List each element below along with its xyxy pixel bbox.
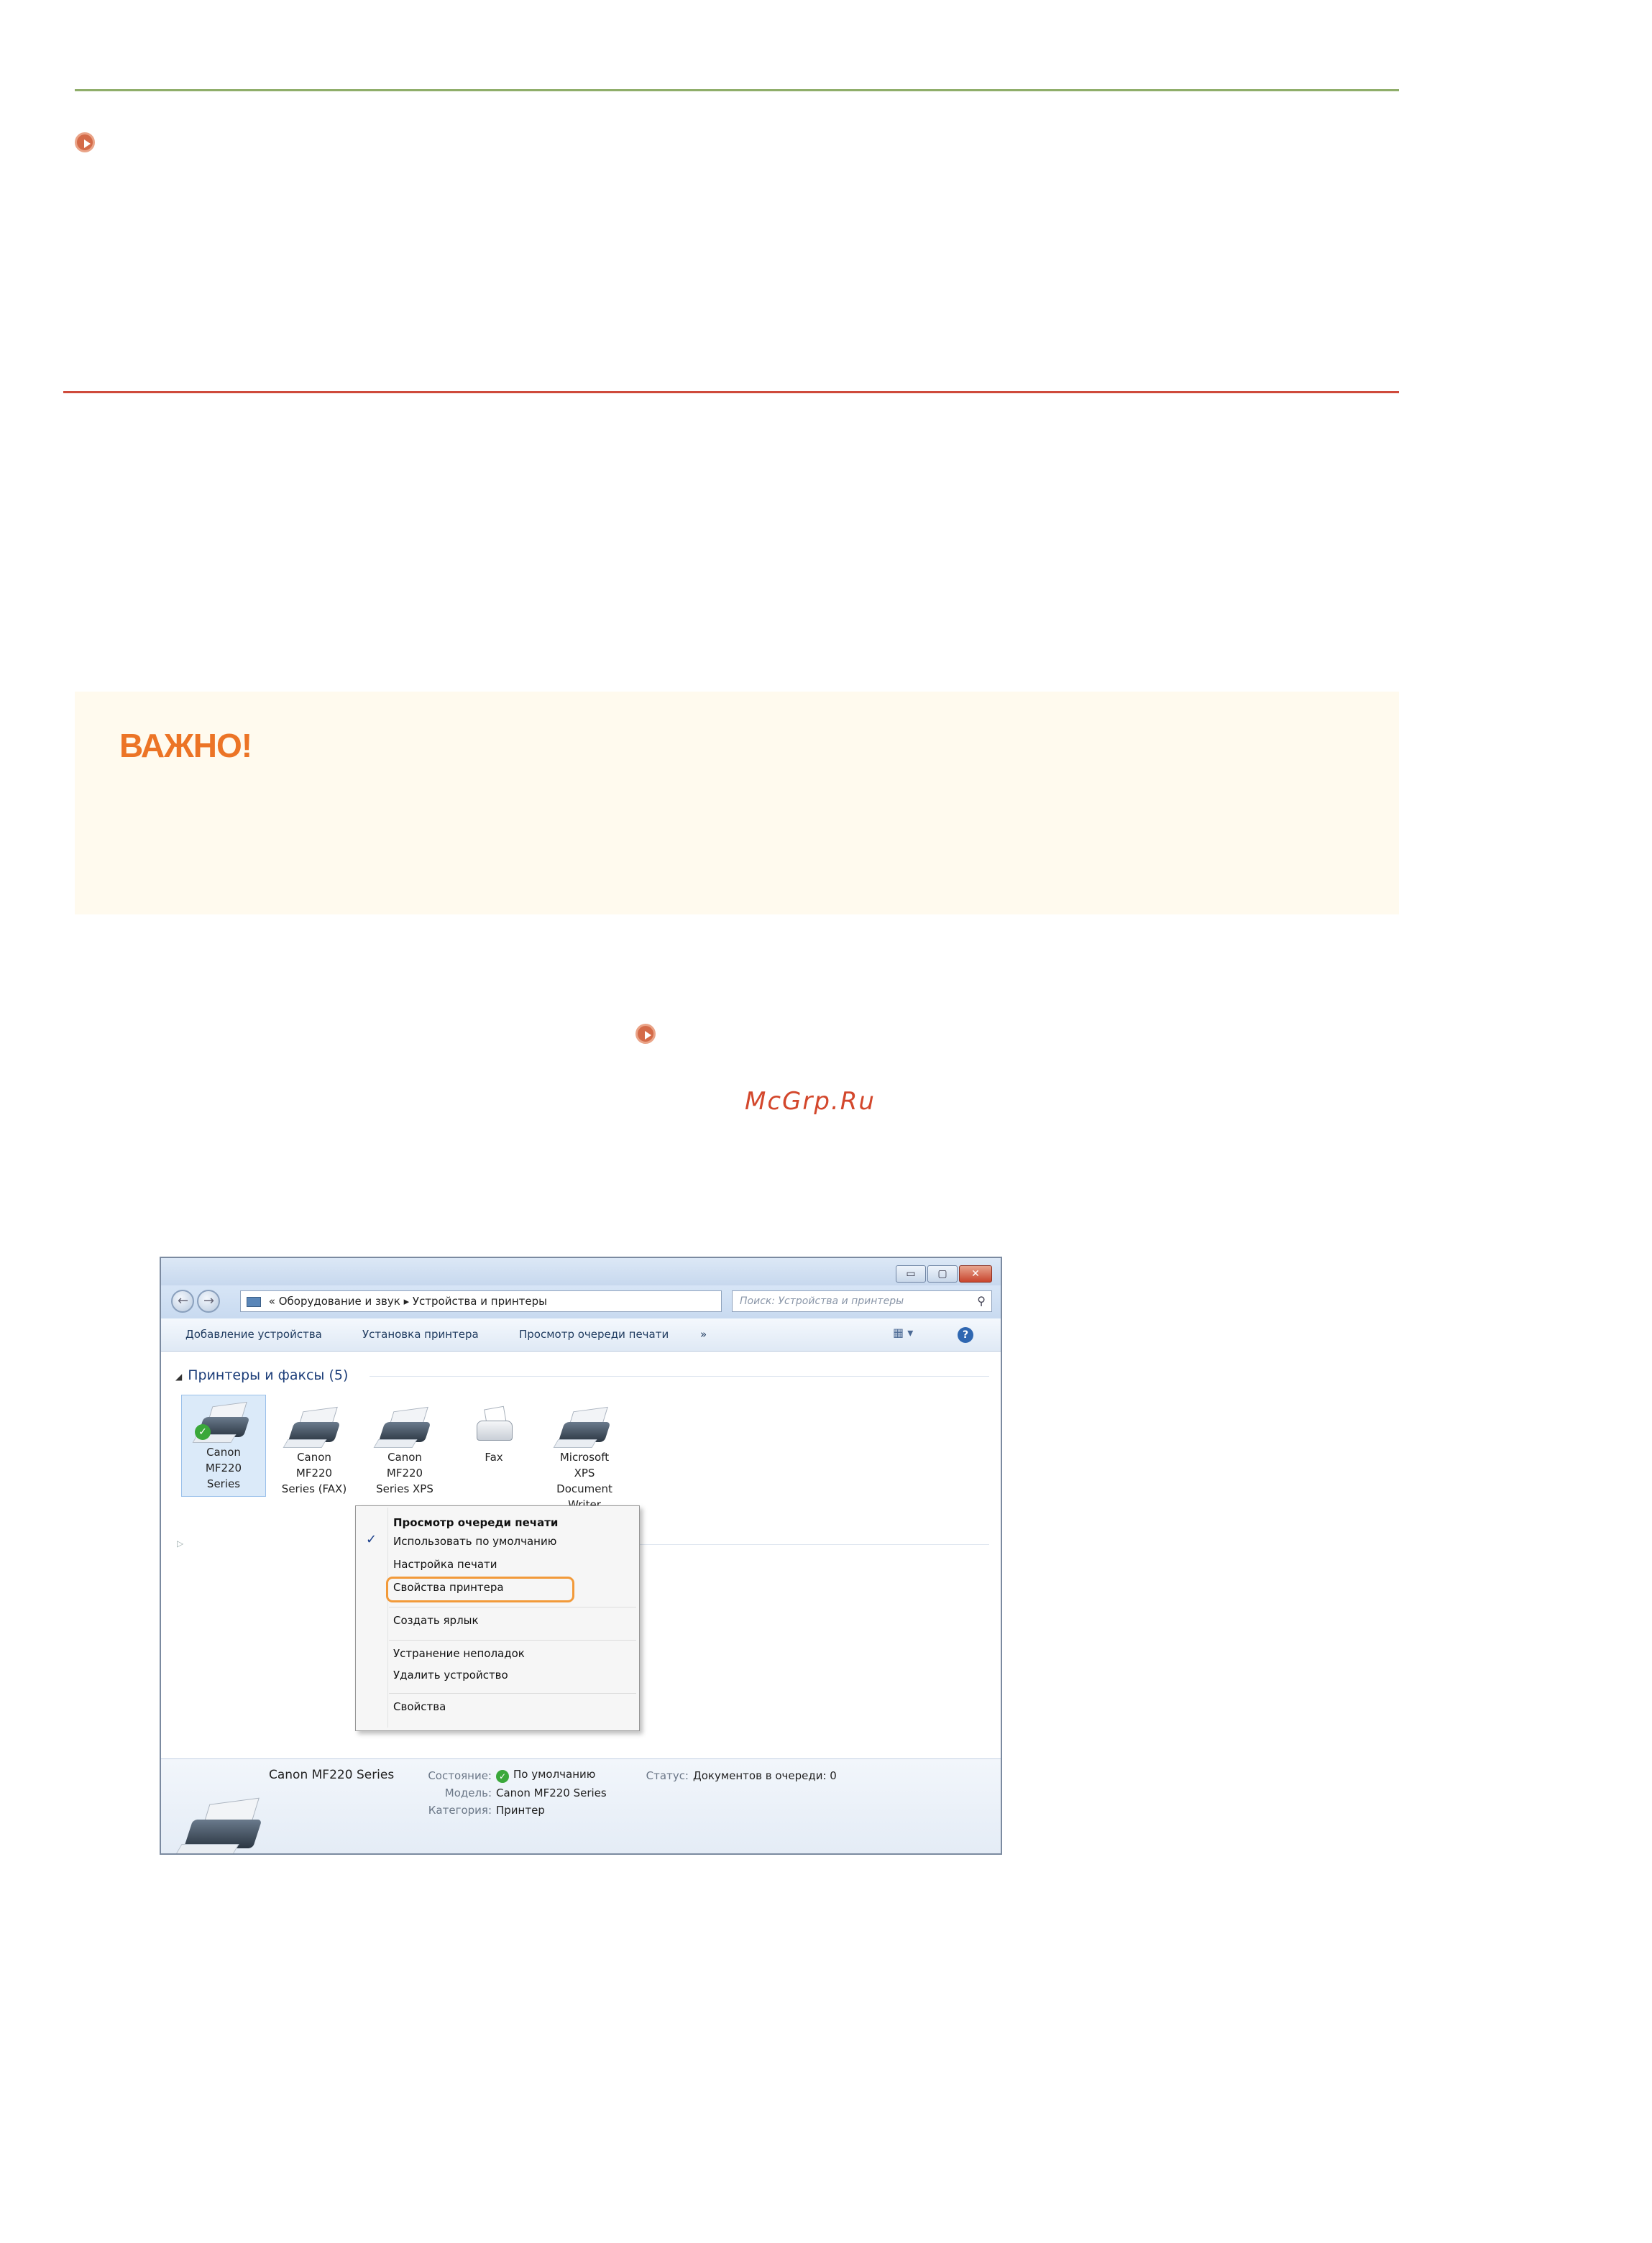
device-label: XPS: [574, 1467, 595, 1480]
details-pane: Canon MF220 Series Состояние: ✓ По умолча…: [161, 1758, 1001, 1853]
expand-triangle-icon[interactable]: ▷: [177, 1538, 183, 1549]
add-printer-button[interactable]: Установка принтера: [362, 1318, 479, 1350]
details-state-text: По умолчанию: [513, 1768, 596, 1781]
forward-arrow-icon: →: [203, 1293, 215, 1308]
link-arrow-icon[interactable]: [75, 132, 95, 152]
watermark: McGrp.Ru: [745, 1087, 876, 1116]
help-icon[interactable]: ?: [958, 1327, 973, 1343]
details-category-key: Категория:: [428, 1804, 492, 1817]
device-label: Series (FAX): [281, 1482, 347, 1495]
device-microsoft-xps-writer[interactable]: Microsoft XPS Document Writer: [542, 1400, 627, 1513]
menu-separator: [389, 1640, 636, 1641]
menu-remove-device[interactable]: Удалить устройство: [393, 1669, 508, 1682]
title-bar: ▭ ▢ ✕: [161, 1258, 1001, 1285]
device-canon-mf220[interactable]: ✓ Canon MF220 Series: [181, 1395, 266, 1497]
device-label: Microsoft: [559, 1451, 610, 1464]
close-button[interactable]: ✕: [959, 1265, 992, 1283]
details-status-key: Статус:: [646, 1769, 689, 1782]
details-device-name: Canon MF220 Series: [269, 1768, 395, 1782]
breadcrumb-hardware-sound[interactable]: Оборудование и звук: [279, 1295, 400, 1308]
printer-icon: ✓: [192, 1401, 252, 1444]
device-label: Canon: [297, 1451, 331, 1464]
group-title: Принтеры и факсы (5): [188, 1367, 349, 1383]
control-panel-icon: [247, 1296, 261, 1307]
device-fax[interactable]: Fax: [451, 1400, 536, 1465]
menu-see-print-queue[interactable]: Просмотр очереди печати: [393, 1516, 558, 1529]
command-bar: Добавление устройства Установка принтера…: [161, 1318, 1001, 1352]
menu-separator: [389, 1693, 636, 1694]
group-header-printers[interactable]: ◢ Принтеры и факсы (5): [175, 1367, 348, 1383]
printer-icon: [283, 1406, 343, 1449]
navigation-bar: ← → « Оборудование и звук ▸ Устройства и…: [161, 1285, 1001, 1318]
printer-icon: [175, 1797, 272, 1853]
breadcrumb-devices-printers[interactable]: Устройства и принтеры: [413, 1295, 547, 1308]
section-rule-red: [63, 391, 1399, 393]
minimize-button[interactable]: ▭: [896, 1265, 926, 1283]
important-heading: ВАЖНО!: [119, 727, 252, 764]
search-icon[interactable]: ⚲: [977, 1291, 986, 1311]
menu-highlight-frame: [386, 1577, 574, 1602]
collapse-triangle-icon[interactable]: ◢: [175, 1372, 182, 1382]
search-input[interactable]: Поиск: Устройства и принтеры ⚲: [732, 1290, 992, 1312]
device-label: Document: [556, 1482, 612, 1495]
important-note-box: [75, 692, 1399, 914]
device-label: MF220: [295, 1467, 333, 1480]
menu-troubleshoot[interactable]: Устранение неполадок: [393, 1647, 525, 1660]
back-button[interactable]: ←: [171, 1290, 194, 1313]
device-label: Series: [206, 1477, 241, 1490]
device-label: Canon: [206, 1446, 241, 1459]
add-device-button[interactable]: Добавление устройства: [185, 1318, 322, 1350]
group-divider: [370, 1376, 989, 1377]
device-label: MF220: [386, 1467, 423, 1480]
see-print-queue-button[interactable]: Просмотр очереди печати: [519, 1318, 669, 1350]
link-arrow-icon[interactable]: [635, 1024, 656, 1044]
device-label: MF220: [205, 1462, 242, 1474]
device-canon-mf220-xps[interactable]: Canon MF220 Series XPS: [362, 1400, 447, 1497]
maximize-button[interactable]: ▢: [927, 1265, 958, 1283]
view-options-icon[interactable]: ▦ ▾: [893, 1326, 920, 1343]
search-placeholder: Поиск: Устройства и принтеры: [740, 1295, 904, 1307]
section-rule-top: [75, 89, 1399, 91]
printer-icon: [373, 1406, 433, 1449]
menu-printing-preferences[interactable]: Настройка печати: [393, 1558, 497, 1571]
details-status-value: Документов в очереди: 0: [693, 1769, 837, 1782]
caption-buttons: ▭ ▢ ✕: [896, 1265, 992, 1283]
address-bar[interactable]: « Оборудование и звук ▸ Устройства и при…: [240, 1290, 796, 1312]
printer-icon: [553, 1406, 613, 1449]
default-check-icon: ✓: [496, 1770, 509, 1783]
back-arrow-icon: ←: [178, 1293, 189, 1308]
details-state-key: Состояние:: [428, 1769, 492, 1782]
menu-create-shortcut[interactable]: Создать ярлык: [393, 1614, 479, 1627]
menu-properties[interactable]: Свойства: [393, 1700, 446, 1713]
device-label: Canon: [387, 1451, 422, 1464]
devices-printers-window: ▭ ▢ ✕ ← → « Оборудование и звук ▸ Устрой…: [160, 1257, 1002, 1855]
forward-button[interactable]: →: [197, 1290, 220, 1313]
details-model-value: Canon MF220 Series: [496, 1786, 607, 1799]
details-category-value: Принтер: [496, 1804, 545, 1817]
device-canon-mf220-fax[interactable]: Canon MF220 Series (FAX): [272, 1400, 357, 1497]
context-menu: Просмотр очереди печати ✓ Использовать п…: [355, 1505, 640, 1731]
fax-icon: [465, 1405, 523, 1449]
details-state-value: ✓ По умолчанию: [496, 1768, 595, 1783]
address-prefix: «: [268, 1295, 275, 1308]
menu-set-default[interactable]: Использовать по умолчанию: [393, 1535, 556, 1548]
breadcrumb-separator-icon: ▸: [403, 1295, 410, 1308]
device-label: Fax: [485, 1451, 503, 1464]
details-model-key: Модель:: [444, 1786, 492, 1799]
more-commands-button[interactable]: »: [700, 1318, 707, 1350]
checkmark-icon: ✓: [366, 1532, 377, 1547]
device-label: Series XPS: [376, 1482, 433, 1495]
default-check-icon: ✓: [195, 1424, 211, 1440]
